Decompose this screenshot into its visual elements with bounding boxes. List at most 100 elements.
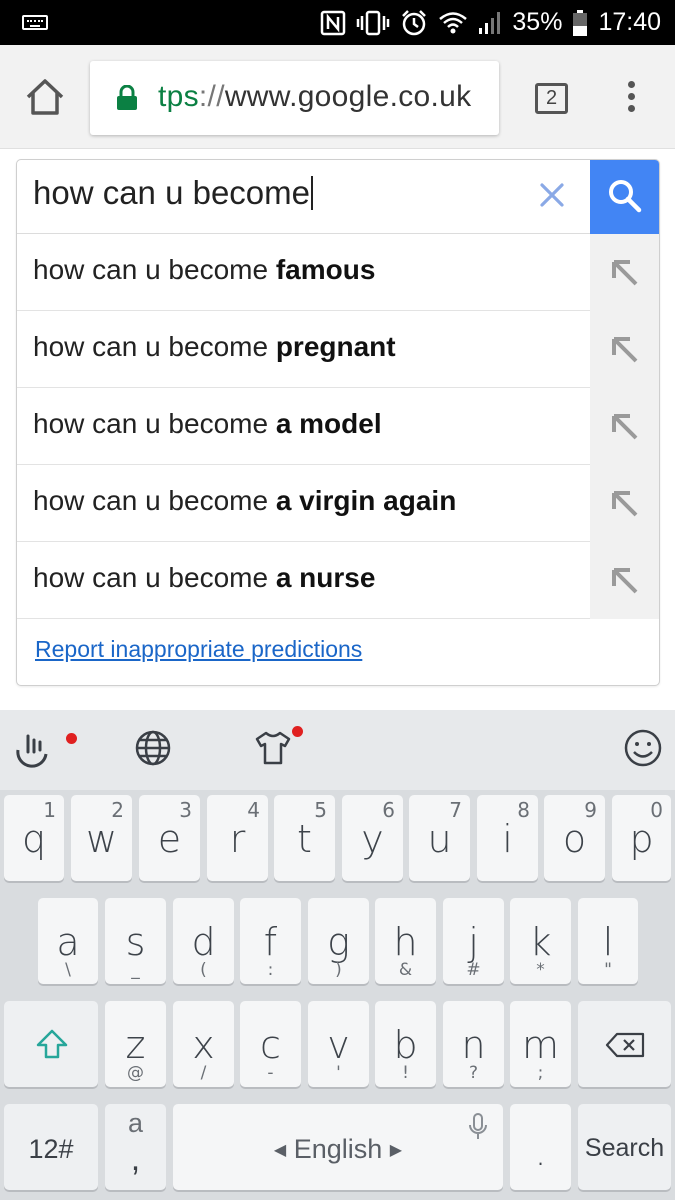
fill-query-button[interactable] <box>590 311 659 388</box>
key-m[interactable]: m; <box>510 1001 571 1087</box>
suggestion-text: how can u become a model <box>33 408 382 440</box>
fill-query-button[interactable] <box>590 234 659 311</box>
key-j[interactable]: j # <box>443 898 504 984</box>
battery-icon <box>573 9 588 36</box>
key-g[interactable]: g) <box>308 898 369 984</box>
suggestion-text: how can u become a nurse <box>33 562 375 594</box>
overflow-menu-icon[interactable] <box>625 81 637 117</box>
key-f[interactable]: f: <box>240 898 301 984</box>
key-h[interactable]: h & <box>375 898 436 984</box>
key-l[interactable]: l " <box>578 898 638 984</box>
arrow-up-left-icon <box>612 260 638 286</box>
suggestion-completion: a model <box>275 408 382 439</box>
key-v[interactable]: v ' <box>308 1001 369 1087</box>
keyboard-notification-icon <box>22 15 48 30</box>
key-c[interactable]: c- <box>240 1001 301 1087</box>
key-k[interactable]: k * <box>510 898 571 984</box>
key-u[interactable]: 7u <box>409 795 470 881</box>
punctuation-key[interactable]: a , <box>105 1104 166 1190</box>
arrow-up-left-icon <box>612 414 638 440</box>
nfc-icon <box>321 10 346 35</box>
key-e[interactable]: 3e <box>139 795 200 881</box>
fill-query-button[interactable] <box>590 388 659 465</box>
clear-icon[interactable] <box>537 180 567 210</box>
suggestion-text: how can u become a virgin again <box>33 485 456 517</box>
chevron-left-icon: ◀ <box>273 1142 287 1159</box>
shift-key[interactable] <box>4 1001 98 1087</box>
status-bar: 35% 17:40 <box>0 0 675 45</box>
arrow-up-left-icon <box>612 568 638 594</box>
suggestion-completion: a virgin again <box>275 485 457 516</box>
search-query: how can u become <box>33 174 311 211</box>
backspace-key[interactable] <box>578 1001 671 1087</box>
arrow-up-left-icon <box>612 491 638 517</box>
fill-query-button[interactable] <box>590 465 659 542</box>
alarm-icon <box>402 9 427 35</box>
mic-icon <box>469 1113 487 1139</box>
search-button[interactable] <box>590 160 659 234</box>
url-separator: :// <box>198 80 225 113</box>
suggestion-prefix: how can u become <box>33 485 276 516</box>
notification-dot <box>66 733 77 744</box>
shift-icon <box>36 1029 68 1059</box>
globe-icon[interactable] <box>133 728 173 768</box>
key-z[interactable]: z @ <box>105 1001 166 1087</box>
key-t[interactable]: 5t <box>274 795 335 881</box>
suggestion-text: how can u become pregnant <box>33 331 396 363</box>
notification-dot <box>292 726 303 737</box>
key-w[interactable]: 2w <box>71 795 132 881</box>
key-n[interactable]: n? <box>443 1001 504 1087</box>
search-input-row: how can u become <box>17 160 659 234</box>
key-i[interactable]: 8i <box>477 795 538 881</box>
suggestion-item[interactable]: how can u become a model <box>17 388 659 465</box>
browser-toolbar: tps://www.google.co.uk 2 <box>0 45 675 149</box>
report-predictions-link[interactable]: Report inappropriate predictions <box>35 636 362 663</box>
key-y[interactable]: 6y <box>342 795 403 881</box>
keyboard: 1q 2w 3e 4r 5t 6y 7u 8i 9o 0p a \ s _ d( f… <box>0 710 675 1200</box>
backspace-icon <box>605 1032 645 1058</box>
key-b[interactable]: b! <box>375 1001 436 1087</box>
suggestion-prefix: how can u become <box>33 408 276 439</box>
search-icon <box>609 180 642 213</box>
suggestion-prefix: how can u become <box>33 254 276 285</box>
suggestion-completion: pregnant <box>275 331 396 362</box>
key-q[interactable]: 1q <box>4 795 64 881</box>
key-d[interactable]: d( <box>173 898 234 984</box>
touchpal-gesture-icon[interactable] <box>14 728 54 768</box>
status-icons: 35% 17:40 <box>320 0 661 45</box>
suggestion-completion: famous <box>275 254 376 285</box>
wifi-icon <box>439 11 468 33</box>
url-scheme: tps <box>158 80 199 113</box>
key-a[interactable]: a \ <box>38 898 98 984</box>
vibrate-icon <box>357 10 390 35</box>
suggestion-item[interactable]: how can u become a virgin again <box>17 465 659 542</box>
theme-shirt-icon[interactable] <box>253 728 293 768</box>
fill-query-button[interactable] <box>590 542 659 619</box>
numbers-key[interactable]: 12# <box>4 1104 98 1190</box>
tab-switcher-button[interactable]: 2 <box>535 83 568 114</box>
arrow-up-left-icon <box>612 337 638 363</box>
address-bar[interactable]: tps://www.google.co.uk <box>90 61 499 135</box>
search-input[interactable]: how can u become <box>33 174 314 212</box>
suggestion-prefix: how can u become <box>33 331 276 362</box>
key-p[interactable]: 0p <box>612 795 671 881</box>
space-key[interactable]: ◀ English ▶ <box>173 1104 503 1190</box>
key-area: 1q 2w 3e 4r 5t 6y 7u 8i 9o 0p a \ s _ d( f… <box>0 790 675 1200</box>
emoji-icon[interactable] <box>623 728 663 768</box>
lock-icon <box>117 85 137 110</box>
key-s[interactable]: s _ <box>105 898 166 984</box>
key-o[interactable]: 9o <box>544 795 605 881</box>
search-action-key[interactable]: Search <box>578 1104 671 1190</box>
text-caret <box>311 176 314 210</box>
key-x[interactable]: x / <box>173 1001 234 1087</box>
key-r[interactable]: 4r <box>207 795 268 881</box>
period-key[interactable]: . <box>510 1104 571 1190</box>
suggestion-text: how can u become famous <box>33 254 375 286</box>
home-icon[interactable] <box>24 77 66 117</box>
suggestion-completion: a nurse <box>275 562 376 593</box>
suggestion-item[interactable]: how can u become a nurse <box>17 542 659 619</box>
chevron-right-icon: ▶ <box>389 1142 403 1159</box>
suggestion-item[interactable]: how can u become famous <box>17 234 659 311</box>
suggestion-item[interactable]: how can u become pregnant <box>17 311 659 388</box>
battery-percent: 35% <box>512 8 563 36</box>
